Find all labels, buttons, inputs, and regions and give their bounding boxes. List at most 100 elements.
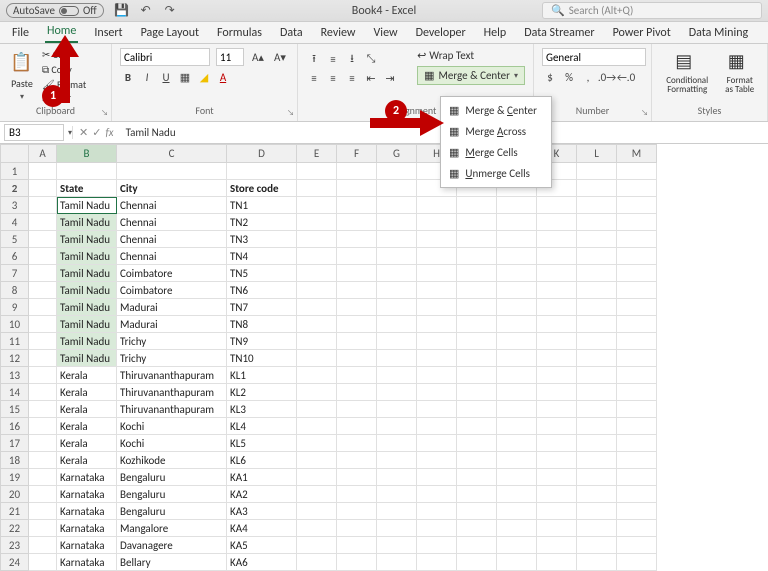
cell-M4[interactable] <box>617 214 657 231</box>
cell-E13[interactable] <box>297 367 337 384</box>
row-header-8[interactable]: 8 <box>1 282 29 299</box>
cell-J12[interactable] <box>497 350 537 367</box>
cell-D17[interactable]: KL5 <box>227 435 297 452</box>
cell-B15[interactable]: Kerala <box>57 401 117 418</box>
italic-button[interactable]: I <box>139 69 155 85</box>
cell-A21[interactable] <box>29 503 57 520</box>
cell-C5[interactable]: Chennai <box>117 231 227 248</box>
cell-J21[interactable] <box>497 503 537 520</box>
cell-K4[interactable] <box>537 214 577 231</box>
select-all[interactable] <box>1 145 29 163</box>
tab-help[interactable]: Help <box>482 23 509 43</box>
tab-page-layout[interactable]: Page Layout <box>139 23 201 43</box>
cell-G21[interactable] <box>377 503 417 520</box>
cell-K21[interactable] <box>537 503 577 520</box>
cell-G14[interactable] <box>377 384 417 401</box>
cell-J23[interactable] <box>497 537 537 554</box>
name-box[interactable] <box>4 124 64 141</box>
align-middle-icon[interactable]: ≡ <box>325 51 341 67</box>
cell-C7[interactable]: Coimbatore <box>117 265 227 282</box>
merge-option-0[interactable]: ▦Merge & Center <box>441 100 551 121</box>
cell-F13[interactable] <box>337 367 377 384</box>
cell-G17[interactable] <box>377 435 417 452</box>
cell-F24[interactable] <box>337 554 377 571</box>
cell-I14[interactable] <box>457 384 497 401</box>
border-button[interactable]: ▦ <box>177 69 193 85</box>
cell-I4[interactable] <box>457 214 497 231</box>
cell-D5[interactable]: TN3 <box>227 231 297 248</box>
cell-B10[interactable]: Tamil Nadu <box>57 316 117 333</box>
cell-F6[interactable] <box>337 248 377 265</box>
cell-F19[interactable] <box>337 469 377 486</box>
cell-M18[interactable] <box>617 452 657 469</box>
cell-D3[interactable]: TN1 <box>227 197 297 214</box>
dialog-launcher-icon[interactable]: ↘ <box>641 108 648 118</box>
align-bottom-icon[interactable]: ⭳ <box>344 51 360 67</box>
cell-F3[interactable] <box>337 197 377 214</box>
cell-I7[interactable] <box>457 265 497 282</box>
row-header-14[interactable]: 14 <box>1 384 29 401</box>
underline-button[interactable]: U <box>158 69 174 85</box>
cell-H15[interactable] <box>417 401 457 418</box>
cell-F1[interactable] <box>337 163 377 180</box>
cell-C10[interactable]: Madurai <box>117 316 227 333</box>
cell-J11[interactable] <box>497 333 537 350</box>
cell-D24[interactable]: KA6 <box>227 554 297 571</box>
cell-E22[interactable] <box>297 520 337 537</box>
merge-option-2[interactable]: ▦Merge Cells <box>441 142 551 163</box>
cell-C22[interactable]: Mangalore <box>117 520 227 537</box>
cell-E3[interactable] <box>297 197 337 214</box>
cell-C8[interactable]: Coimbatore <box>117 282 227 299</box>
cell-C11[interactable]: Trichy <box>117 333 227 350</box>
cell-C18[interactable]: Kozhikode <box>117 452 227 469</box>
cell-A16[interactable] <box>29 418 57 435</box>
cell-H17[interactable] <box>417 435 457 452</box>
tab-formulas[interactable]: Formulas <box>215 23 264 43</box>
cell-H3[interactable] <box>417 197 457 214</box>
cell-A22[interactable] <box>29 520 57 537</box>
cell-A19[interactable] <box>29 469 57 486</box>
cell-G5[interactable] <box>377 231 417 248</box>
cell-J7[interactable] <box>497 265 537 282</box>
cell-I8[interactable] <box>457 282 497 299</box>
cell-H9[interactable] <box>417 299 457 316</box>
cell-B11[interactable]: Tamil Nadu <box>57 333 117 350</box>
cell-H13[interactable] <box>417 367 457 384</box>
search-box[interactable]: 🔍 Search (Alt+Q) <box>542 2 762 19</box>
cell-E6[interactable] <box>297 248 337 265</box>
tab-data-streamer[interactable]: Data Streamer <box>522 23 596 43</box>
col-header-B[interactable]: B <box>57 145 117 163</box>
cell-H21[interactable] <box>417 503 457 520</box>
cell-B20[interactable]: Karnataka <box>57 486 117 503</box>
cell-B7[interactable]: Tamil Nadu <box>57 265 117 282</box>
redo-icon[interactable]: ↷ <box>162 3 178 19</box>
row-header-2[interactable]: 2 <box>1 180 29 197</box>
cell-A8[interactable] <box>29 282 57 299</box>
cell-C23[interactable]: Davanagere <box>117 537 227 554</box>
cell-B8[interactable]: Tamil Nadu <box>57 282 117 299</box>
cell-G7[interactable] <box>377 265 417 282</box>
cell-F17[interactable] <box>337 435 377 452</box>
row-header-7[interactable]: 7 <box>1 265 29 282</box>
cell-B24[interactable]: Karnataka <box>57 554 117 571</box>
cell-I23[interactable] <box>457 537 497 554</box>
cell-D21[interactable]: KA3 <box>227 503 297 520</box>
cell-L3[interactable] <box>577 197 617 214</box>
cell-F15[interactable] <box>337 401 377 418</box>
fx-icon[interactable]: fx <box>105 126 113 139</box>
cell-E24[interactable] <box>297 554 337 571</box>
cell-M6[interactable] <box>617 248 657 265</box>
cell-I15[interactable] <box>457 401 497 418</box>
cell-M23[interactable] <box>617 537 657 554</box>
cell-I12[interactable] <box>457 350 497 367</box>
row-header-22[interactable]: 22 <box>1 520 29 537</box>
col-header-A[interactable]: A <box>29 145 57 163</box>
merge-center-button[interactable]: ▦ Merge & Center ▾ <box>417 66 525 85</box>
cell-C15[interactable]: Thiruvananthapuram <box>117 401 227 418</box>
tab-review[interactable]: Review <box>319 23 358 43</box>
cell-B22[interactable]: Karnataka <box>57 520 117 537</box>
cell-B23[interactable]: Karnataka <box>57 537 117 554</box>
cell-F7[interactable] <box>337 265 377 282</box>
cell-F5[interactable] <box>337 231 377 248</box>
tab-data-mining[interactable]: Data Mining <box>687 23 750 43</box>
